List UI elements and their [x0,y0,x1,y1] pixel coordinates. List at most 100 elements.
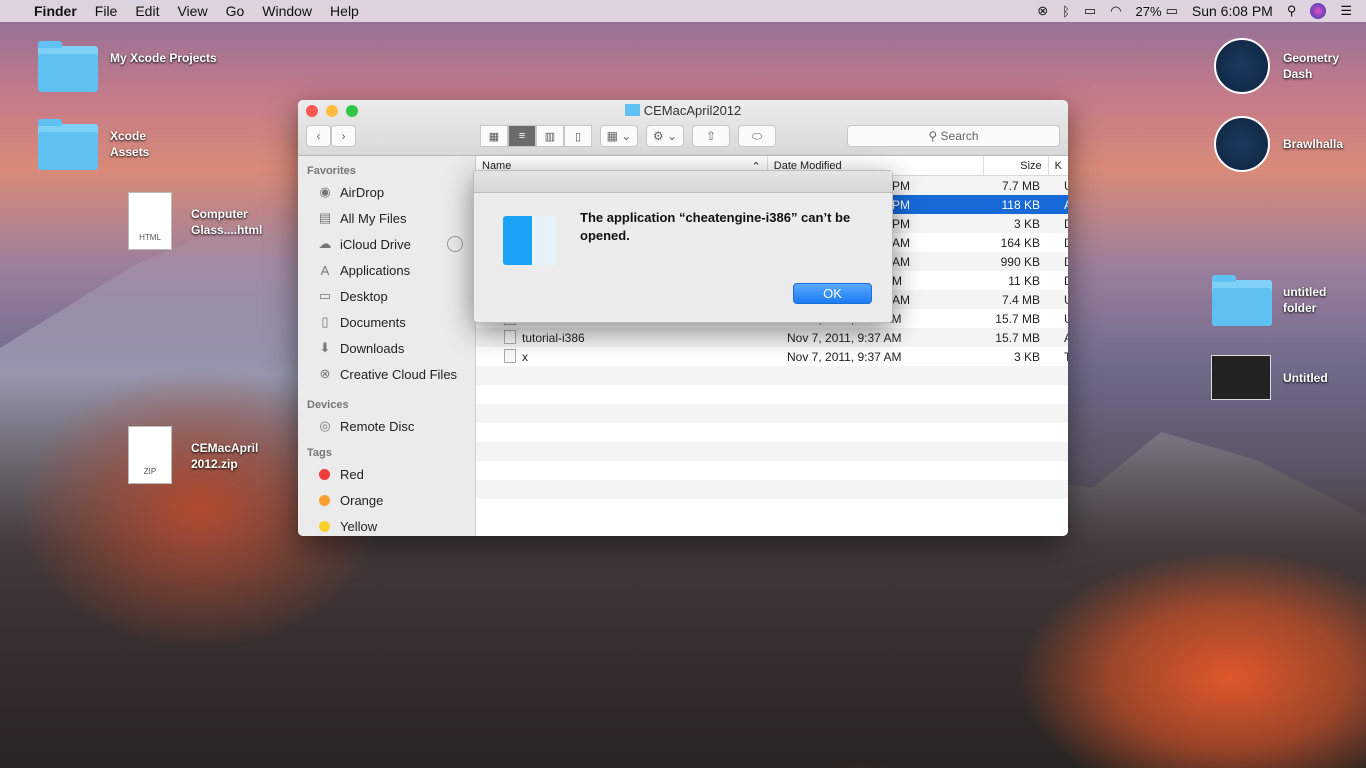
creative-cloud-icon[interactable]: ⊗ [1037,3,1048,19]
search-field[interactable]: ⚲ Search [847,125,1060,147]
airplay-icon[interactable]: ▭ [1084,3,1096,19]
tag-color-icon [319,494,330,506]
file-size: 15.7 MB [995,331,1040,345]
desktop-icon-label[interactable]: Geometry Dash [1283,50,1353,82]
desktop-icon-label[interactable]: Xcode Assets [110,128,170,160]
sidebar-item-label: All My Files [340,210,407,226]
empty-row [476,442,1068,461]
file-kind: A [1064,198,1068,212]
column-view-button[interactable]: ▥ [536,125,564,147]
column-header-size[interactable]: Size [984,156,1049,175]
sidebar-item-desktop[interactable]: ▭ Desktop [298,283,475,309]
screenshot-thumbnail-icon[interactable] [1211,355,1271,400]
file-row[interactable]: tutorial-i386 Nov 7, 2011, 9:37 AM 15.7 M… [476,328,1068,347]
file-kind: U [1064,312,1068,326]
file-date: PM [892,179,910,193]
sidebar-item-label: Desktop [340,288,388,304]
tag-color-icon [319,520,330,532]
file-date: AM [892,293,910,307]
menu-edit[interactable]: Edit [135,3,159,19]
sidebar-item-all-my-files[interactable]: ▤ All My Files [298,205,475,231]
file-kind: T [1064,350,1068,364]
tags-button[interactable]: ⬭ [738,125,776,147]
notification-center-icon[interactable]: ☰ [1340,3,1352,19]
menu-finder[interactable]: Finder [34,3,77,19]
wifi-icon[interactable]: ◠ [1110,3,1121,19]
sidebar-item-creative-cloud-files[interactable]: ⊗ Creative Cloud Files [298,361,475,387]
action-gear-button[interactable]: ⚙ ⌄ [646,125,684,147]
desktop-icon-label[interactable]: CEMacApril 2012.zip [191,440,266,472]
column-header-kind[interactable]: K [1049,156,1068,175]
file-badge: ZIP [143,467,157,476]
sidebar-item-applications[interactable]: A Applications [298,257,475,283]
sidebar-item-documents[interactable]: ▯ Documents [298,309,475,335]
steam-icon[interactable] [1214,38,1270,94]
back-button[interactable]: ‹ [306,125,331,147]
file-size: 3 KB [1013,217,1040,231]
sidebar-tag[interactable]: Yellow [298,513,475,536]
file-size: 11 KB [1008,274,1040,288]
html-file-icon[interactable]: HTML [128,192,172,250]
file-date: M [892,274,902,288]
arrange-button[interactable]: ▦ ⌄ [600,125,638,147]
sidebar-item-label: Applications [340,262,411,278]
file-icon [504,349,516,363]
menu-view[interactable]: View [177,3,207,19]
disc-icon: ◎ [319,418,331,433]
share-button[interactable]: ⇧ [692,125,730,147]
bluetooth-icon[interactable]: ᛒ [1062,4,1070,19]
battery-icon[interactable]: ▭ [1166,3,1178,19]
sidebar-tag[interactable]: Red [298,461,475,487]
folder-icon[interactable] [38,41,98,92]
file-icon [504,330,516,344]
airdrop-icon: ◉ [319,184,331,199]
desktop-icon-label[interactable]: Computer Glass....html [191,206,271,238]
steam-icon[interactable] [1214,116,1270,172]
file-row[interactable]: x Nov 7, 2011, 9:37 AM 3 KB T [476,347,1068,366]
desktop-icon-label[interactable]: Untitled [1283,370,1328,386]
window-title: CEMacApril2012 [643,103,742,118]
sidebar: Favorites ◉ AirDrop ▤ All My Files ☁ iCloud D… [298,156,476,536]
file-kind: D [1064,255,1068,269]
folder-icon[interactable] [38,119,98,170]
siri-icon[interactable] [1310,3,1327,19]
cover-flow-button[interactable]: ▯ [564,125,592,147]
desktop-icon: ▭ [318,288,332,303]
forward-button[interactable]: › [331,125,356,147]
file-date: AM [892,236,910,250]
desktop-icon-label[interactable]: untitled folder [1283,284,1343,316]
ok-button[interactable]: OK [793,283,872,304]
folder-icon[interactable] [1212,275,1272,326]
documents-icon: ▯ [321,314,329,329]
icon-view-button[interactable]: ▦ [480,125,508,147]
sidebar-item-airdrop[interactable]: ◉ AirDrop [298,179,475,205]
file-date: PM [892,198,910,212]
devices-header: Devices [307,399,349,411]
desktop-icon-label[interactable]: My Xcode Projects [110,50,217,66]
menu-window[interactable]: Window [262,3,312,19]
cloud-icon: ☁ [318,236,332,251]
menu-go[interactable]: Go [226,3,245,19]
file-size: 164 KB [1000,236,1040,250]
file-kind: D [1064,274,1068,288]
title-bar: CEMacApril2012 ‹ › ▦ ≡ ▥ ▯ ▦ ⌄ ⚙ ⌄ ⇧ ⬭ ⚲… [298,100,1068,156]
clock[interactable]: Sun 6:08 PM [1192,3,1273,19]
zip-file-icon[interactable]: ZIP [128,426,172,484]
file-date: PM [892,217,910,231]
empty-row [476,461,1068,480]
sidebar-item-icloud-drive[interactable]: ☁ iCloud Drive [298,231,475,257]
battery-percent[interactable]: 27% [1136,4,1162,19]
spotlight-icon[interactable]: ⚲ [1287,3,1297,19]
desktop-icon-label[interactable]: Brawlhalla [1283,136,1343,152]
sidebar-item-downloads[interactable]: ⬇ Downloads [298,335,475,361]
sidebar-item-remote-disc[interactable]: ◎ Remote Disc [298,413,475,439]
menu-file[interactable]: File [95,3,118,19]
alert-dialog: The application “cheatengine-i386” can’t… [473,170,893,323]
file-name: tutorial-i386 [522,331,585,345]
sidebar-item-label: Documents [340,314,406,330]
menu-help[interactable]: Help [330,3,359,19]
file-size: 7.4 MB [1001,293,1040,307]
alert-message: The application “cheatengine-i386” can’t… [580,210,851,243]
sidebar-tag[interactable]: Orange [298,487,475,513]
list-view-button[interactable]: ≡ [508,125,536,147]
